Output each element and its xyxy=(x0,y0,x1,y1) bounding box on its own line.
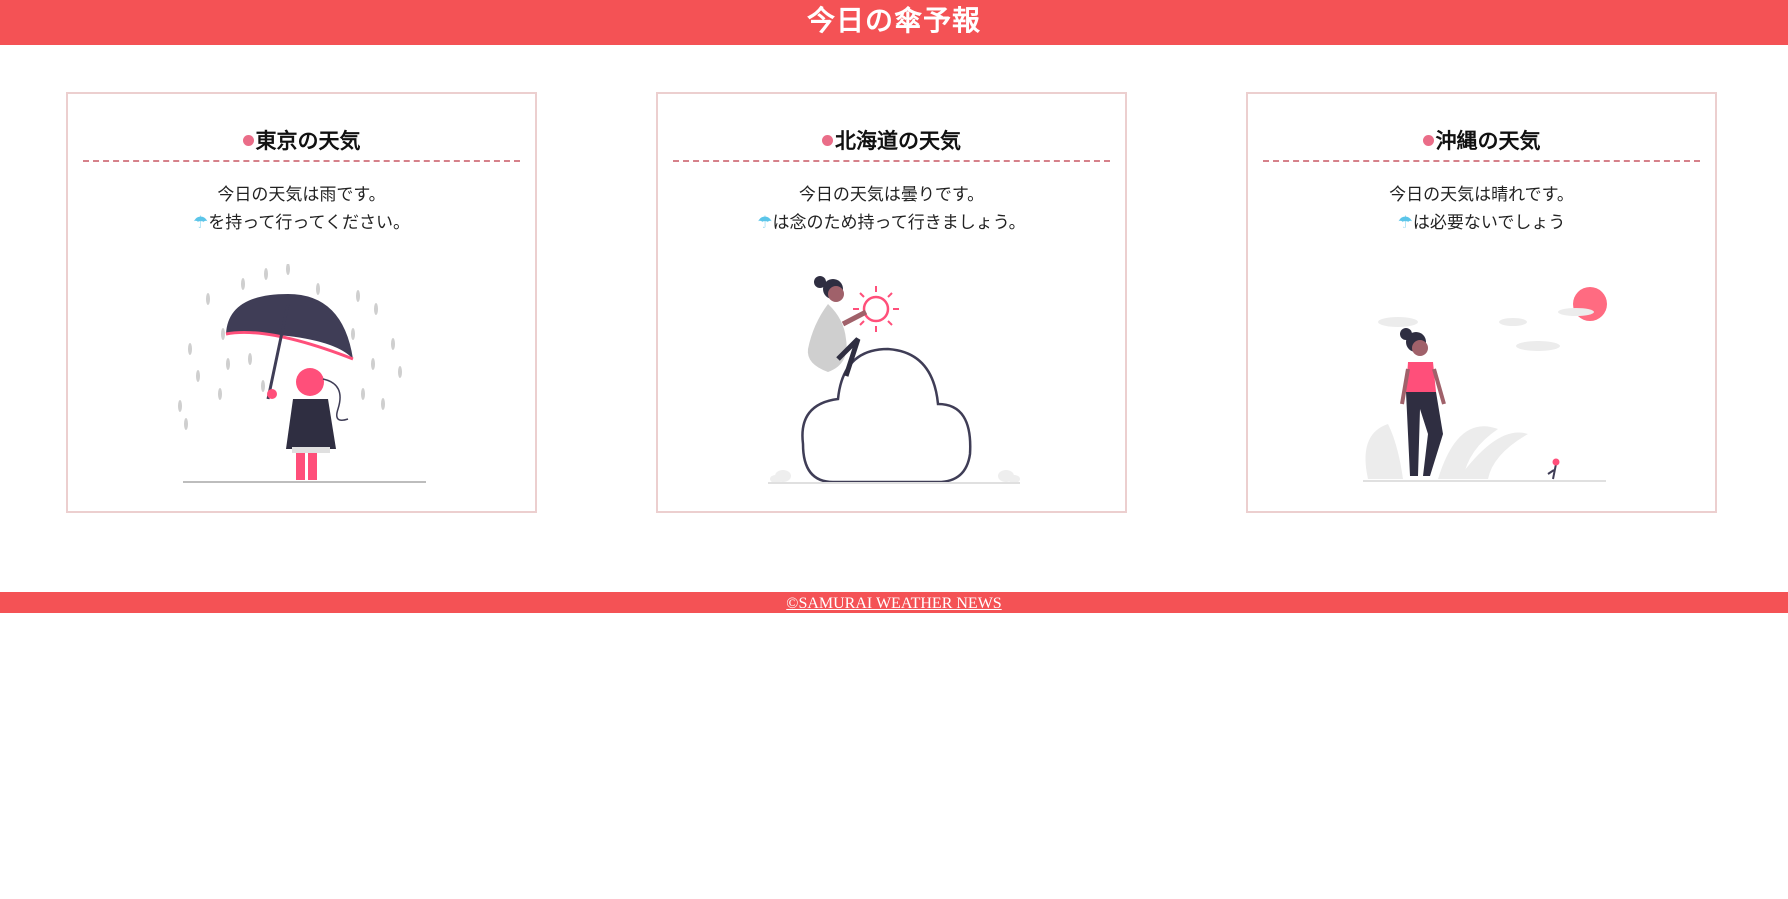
weather-line-1: 今日の天気は晴れです。 xyxy=(1389,185,1574,205)
card-title-text: 北海道の天気 xyxy=(835,129,961,153)
weather-advice: を持って行ってください。 xyxy=(208,213,411,233)
copyright-link[interactable]: ©SAMURAI WEATHER NEWS xyxy=(786,595,1001,612)
weather-line-1: 今日の天気は雨です。 xyxy=(217,185,386,205)
umbrella-icon: ☂ xyxy=(757,213,773,233)
weather-description: 今日の天気は雨です。 ☂を持って行ってください。 xyxy=(68,181,535,237)
weather-card-okinawa: 沖縄の天気 今日の天気は晴れです。 ☂は必要ないでしょう xyxy=(1246,92,1717,513)
page-title: 今日の傘予報 xyxy=(806,4,981,37)
weather-advice: は必要ないでしょう xyxy=(1412,213,1566,233)
weather-card-hokkaido: 北海道の天気 今日の天気は曇りです。 ☂は念のため持って行きましょう。 xyxy=(656,92,1127,513)
weather-description: 今日の天気は曇りです。 ☂は念のため持って行きましょう。 xyxy=(658,181,1125,237)
card-title-text: 沖縄の天気 xyxy=(1435,129,1541,153)
weather-card-tokyo: 東京の天気 今日の天気は雨です。 ☂を持って行ってください。 xyxy=(66,92,537,513)
umbrella-icon: ☂ xyxy=(1397,213,1413,233)
cloud-sun-illustration xyxy=(768,276,1020,484)
weather-line-2: ☂を持って行ってください。 xyxy=(68,209,535,237)
bullet-dot-icon xyxy=(1422,134,1434,146)
raindrops xyxy=(178,264,402,430)
bullet-dot-icon xyxy=(242,134,254,146)
card-title-text: 東京の天気 xyxy=(255,129,361,153)
card-title: 北海道の天気 xyxy=(673,126,1110,162)
bullet-dot-icon xyxy=(822,134,833,146)
page-header: 今日の傘予報 xyxy=(0,0,1788,45)
page-footer: ©SAMURAI WEATHER NEWS xyxy=(0,592,1788,613)
weather-line-1: 今日の天気は曇りです。 xyxy=(798,185,985,205)
weather-line-2: ☂は必要ないでしょう xyxy=(1248,209,1715,237)
card-title: 沖縄の天気 xyxy=(1263,126,1700,162)
sunny-walk-illustration xyxy=(1363,287,1607,482)
weather-cards: 東京の天気 今日の天気は雨です。 ☂を持って行ってください。 北海道の天気 今日… xyxy=(0,45,1788,613)
umbrella-icon: ☂ xyxy=(192,213,209,233)
weather-line-2: ☂は念のため持って行きましょう。 xyxy=(658,209,1125,237)
weather-description: 今日の天気は晴れです。 ☂は必要ないでしょう xyxy=(1248,181,1715,237)
card-title: 東京の天気 xyxy=(83,126,520,162)
weather-advice: は念のため持って行きましょう。 xyxy=(772,213,1026,233)
rain-umbrella-illustration xyxy=(178,264,426,483)
